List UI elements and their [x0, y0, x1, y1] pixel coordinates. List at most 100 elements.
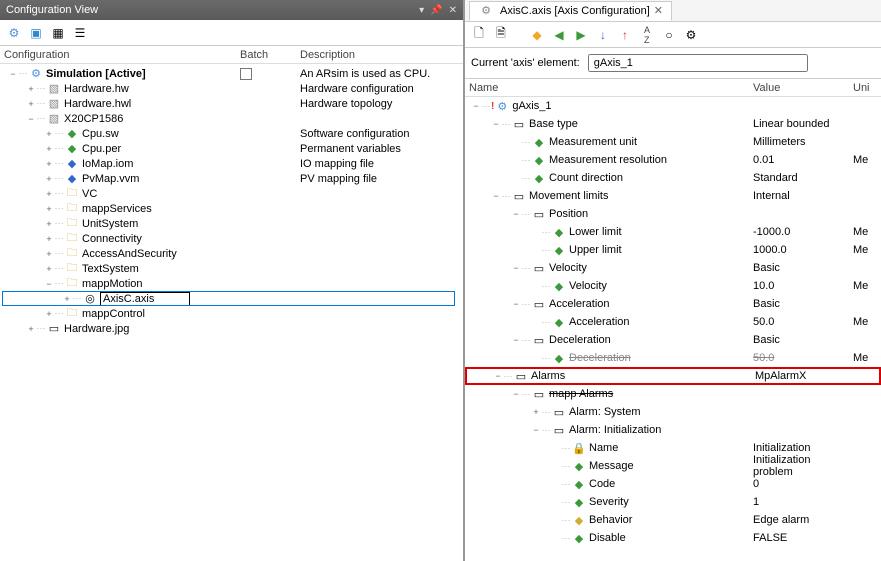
tb-sort-up-icon[interactable]: ↑	[617, 27, 633, 43]
axis-item-value[interactable]: 1	[753, 496, 853, 508]
config-tree-row[interactable]: +⋯▧Hardware.hwHardware configuration	[0, 81, 463, 96]
tree-twisty[interactable]: +	[44, 219, 54, 229]
tab-axisc[interactable]: ⚙ AxisC.axis [Axis Configuration] ✕	[469, 1, 672, 21]
tree-twisty[interactable]: +	[44, 144, 54, 154]
axis-tree-row[interactable]: ⋯◆Code0	[465, 475, 881, 493]
axis-item-value[interactable]: Linear bounded	[753, 118, 853, 130]
axis-item-value[interactable]: MpAlarmX	[755, 370, 855, 382]
tab-close-icon[interactable]: ✕	[654, 4, 663, 17]
col-header-configuration[interactable]: Configuration	[0, 49, 240, 61]
config-tree-row[interactable]: +⋯🗀VC	[0, 186, 463, 201]
tb-gear-icon[interactable]: ⚙	[683, 27, 699, 43]
config-tree-row[interactable]: +⋯🗀mappControl	[0, 306, 463, 321]
tb-nav-prev-icon[interactable]: ◀	[551, 27, 567, 43]
axis-item-value[interactable]: 10.0	[753, 280, 853, 292]
axis-item-value[interactable]: Edge alarm	[753, 514, 853, 526]
axis-tree-row[interactable]: ⋯◆Measurement resolution0.01Me	[465, 151, 881, 169]
axis-item-value[interactable]: Initialization	[753, 442, 853, 454]
axis-tree-row[interactable]: −⋯!⚙gAxis_1	[465, 97, 881, 115]
axis-item-value[interactable]: 50.0	[753, 352, 853, 364]
tb-nav-next-icon[interactable]: ▶	[573, 27, 589, 43]
axis-item-value[interactable]: Millimeters	[753, 136, 853, 148]
config-tree-row[interactable]: +⋯◆Cpu.perPermanent variables	[0, 141, 463, 156]
tree-twisty[interactable]: −	[471, 101, 481, 111]
tree-twisty[interactable]: −	[511, 263, 521, 273]
batch-checkbox[interactable]	[240, 68, 252, 80]
tree-twisty[interactable]: +	[26, 84, 36, 94]
axis-tree-row[interactable]: −⋯▭mapp Alarms	[465, 385, 881, 403]
axis-tree-row[interactable]: ⋯◆Upper limit1000.0Me	[465, 241, 881, 259]
config-tree-row[interactable]: +⋯◆Cpu.swSoftware configuration	[0, 126, 463, 141]
axis-tree-row[interactable]: ⋯◆Acceleration50.0Me	[465, 313, 881, 331]
tree-twisty[interactable]: −	[493, 371, 503, 381]
axis-tree-row[interactable]: −⋯▭DecelerationBasic	[465, 331, 881, 349]
tree-twisty[interactable]: +	[62, 294, 72, 304]
config-tree-row[interactable]: +⋯🗀AccessAndSecurity	[0, 246, 463, 261]
axis-item-value[interactable]: 50.0	[753, 316, 853, 328]
axis-tree-row[interactable]: ⋯◆MessageInitialization problem	[465, 457, 881, 475]
axis-item-value[interactable]: Standard	[753, 172, 853, 184]
config-tree-row[interactable]: +⋯◎AxisC.axis	[0, 291, 463, 306]
tree-twisty[interactable]: +	[44, 264, 54, 274]
axis-tree-row[interactable]: ⋯◆Measurement unitMillimeters	[465, 133, 881, 151]
config-tree-row[interactable]: −⋯⚙Simulation [Active]An ARsim is used a…	[0, 66, 463, 81]
tree-twisty[interactable]: +	[26, 324, 36, 334]
col-header-name[interactable]: Name	[465, 82, 753, 94]
axis-item-value[interactable]: 0	[753, 478, 853, 490]
config-tree-row[interactable]: +⋯🗀TextSystem	[0, 261, 463, 276]
axis-tree-row[interactable]: ⋯◆Deceleration50.0Me	[465, 349, 881, 367]
dock-icon[interactable]: 📌	[430, 5, 442, 16]
col-header-unit[interactable]: Uni	[853, 82, 881, 94]
axis-tree-row[interactable]: ⋯◆Severity1	[465, 493, 881, 511]
tree-twisty[interactable]: +	[44, 189, 54, 199]
tree-twisty[interactable]: +	[26, 99, 36, 109]
tree-twisty[interactable]: +	[44, 204, 54, 214]
tree-item-edit[interactable]: AxisC.axis	[100, 292, 190, 306]
axis-item-value[interactable]: Basic	[753, 262, 853, 274]
tree-twisty[interactable]: +	[44, 174, 54, 184]
tree-twisty[interactable]: −	[491, 119, 501, 129]
close-panel-icon[interactable]: ✕	[449, 5, 457, 16]
config-tree-row[interactable]: +⋯◆IoMap.iomIO mapping file	[0, 156, 463, 171]
config-tree-row[interactable]: +⋯▧Hardware.hwlHardware topology	[0, 96, 463, 111]
col-header-batch[interactable]: Batch	[240, 49, 300, 61]
tree-twisty[interactable]: −	[511, 209, 521, 219]
config-tree[interactable]: −⋯⚙Simulation [Active]An ARsim is used a…	[0, 64, 463, 561]
tree-twisty[interactable]: −	[8, 69, 18, 79]
axis-item-value[interactable]: Initialization problem	[753, 454, 853, 478]
tree-twisty[interactable]: −	[511, 389, 521, 399]
axis-tree-row[interactable]: ⋯◆Lower limit-1000.0Me	[465, 223, 881, 241]
tree-twisty[interactable]: −	[26, 114, 36, 124]
axis-tree-row[interactable]: −⋯▭Base typeLinear bounded	[465, 115, 881, 133]
axis-item-value[interactable]: Basic	[753, 334, 853, 346]
tree-twisty[interactable]: +	[531, 407, 541, 417]
col-header-description[interactable]: Description	[300, 49, 463, 61]
tree-twisty[interactable]: −	[44, 279, 54, 289]
axis-tree-row[interactable]: +⋯▭Alarm: System	[465, 403, 881, 421]
axis-item-value[interactable]: 0.01	[753, 154, 853, 166]
tree-twisty[interactable]: −	[531, 425, 541, 435]
axis-tree-row[interactable]: −⋯▭Alarm: Initialization	[465, 421, 881, 439]
axis-item-value[interactable]: Internal	[753, 190, 853, 202]
axis-item-value[interactable]: 1000.0	[753, 244, 853, 256]
tree-twisty[interactable]: +	[44, 159, 54, 169]
axis-tree-row[interactable]: −⋯▭AccelerationBasic	[465, 295, 881, 313]
config-tree-row[interactable]: −⋯▧X20CP1586	[0, 111, 463, 126]
axis-item-value[interactable]: FALSE	[753, 532, 853, 544]
tree-twisty[interactable]: +	[44, 234, 54, 244]
tree-twisty[interactable]: +	[44, 129, 54, 139]
tb-az-icon[interactable]: AZ	[639, 27, 655, 43]
config-tree-row[interactable]: +⋯▭Hardware.jpg	[0, 321, 463, 336]
axis-tree[interactable]: −⋯!⚙gAxis_1−⋯▭Base typeLinear bounded⋯◆M…	[465, 97, 881, 561]
tree-twisty[interactable]: +	[44, 309, 54, 319]
tree-twisty[interactable]: −	[491, 191, 501, 201]
config-tree-row[interactable]: +⋯🗀mappServices	[0, 201, 463, 216]
col-header-value[interactable]: Value	[753, 82, 853, 94]
tb-refresh-icon[interactable]: ○	[661, 27, 677, 43]
tb-icon-1[interactable]: 🗋	[471, 27, 487, 43]
toolbar-grid-icon[interactable]: ▦	[50, 25, 66, 41]
axis-tree-row[interactable]: ⋯◆BehaviorEdge alarm	[465, 511, 881, 529]
config-tree-row[interactable]: +⋯🗀Connectivity	[0, 231, 463, 246]
axis-tree-row[interactable]: −⋯▭VelocityBasic	[465, 259, 881, 277]
tb-icon-2[interactable]: 🗎	[493, 27, 509, 43]
